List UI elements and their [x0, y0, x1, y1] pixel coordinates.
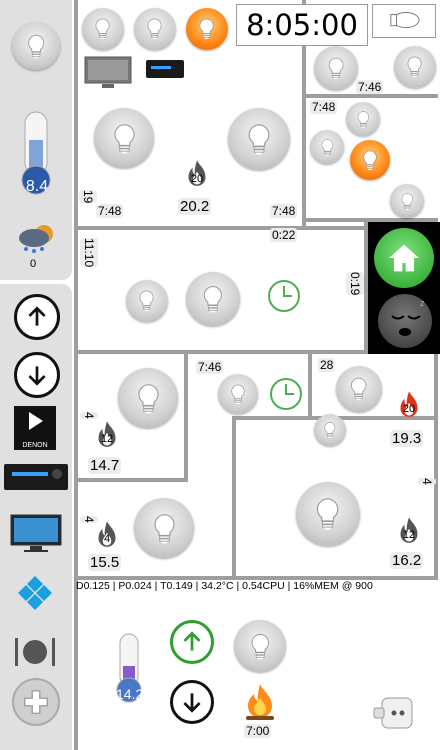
room-temperature: 19.3 [390, 430, 424, 447]
light-bulb-icon[interactable] [336, 366, 382, 412]
denon-play-icon[interactable]: DENON [14, 406, 56, 450]
light-bulb-icon[interactable] [118, 368, 178, 428]
light-bulb-icon[interactable] [390, 184, 424, 218]
setpoint-value: 12 [100, 433, 114, 445]
receiver-icon[interactable] [4, 464, 68, 490]
vertical-timer: 0:19 [346, 272, 364, 296]
campfire-icon[interactable] [240, 682, 280, 722]
vertical-timer: 11:10 [80, 238, 98, 268]
light-bulb-icon[interactable] [134, 498, 194, 558]
timer-label: 7:46 [196, 360, 224, 374]
heating-flame-icon[interactable]: 20 [392, 386, 426, 428]
weather-value: 0 [30, 258, 37, 270]
setpoint-value: 20 [402, 403, 416, 415]
kodi-icon[interactable] [16, 574, 54, 612]
down-arrow-button[interactable] [170, 680, 214, 724]
light-bulb-on-icon[interactable] [186, 8, 228, 50]
light-bulb-icon[interactable] [126, 280, 168, 322]
fire-timer-label: 7:00 [244, 724, 272, 738]
heating-flame-icon[interactable]: 20 [180, 156, 214, 196]
light-bulb-icon[interactable] [234, 620, 286, 672]
heating-flame-icon[interactable]: 12 [90, 416, 124, 458]
light-bulb-icon[interactable] [228, 108, 290, 170]
light-bulb-icon[interactable] [310, 130, 344, 164]
scroll-up-button[interactable] [14, 294, 60, 340]
light-bulb-icon[interactable] [314, 414, 346, 446]
wall [302, 94, 438, 98]
light-bulb-icon[interactable] [296, 482, 360, 546]
denon-label: DENON [22, 442, 48, 449]
wall [74, 478, 188, 482]
wall [184, 354, 188, 478]
setpoint-value: 20 [190, 173, 204, 185]
room-temperature: 16.2 [390, 552, 424, 569]
smart-plug-icon[interactable] [372, 694, 418, 734]
light-bulb-icon[interactable] [94, 108, 154, 168]
schedule-clock-icon[interactable] [266, 278, 302, 314]
timer-label: 7:46 [356, 80, 384, 94]
light-bulb-icon[interactable] [394, 46, 436, 88]
wall [74, 580, 78, 750]
light-bulb-icon[interactable] [346, 102, 380, 136]
clock-display: 8:05:00 [236, 4, 368, 46]
home-icon[interactable] [374, 228, 434, 288]
thermometer-value: 14.2 [116, 686, 144, 702]
tv-icon[interactable] [84, 56, 132, 90]
sidebar-thermometer-value: 8.4 [25, 178, 49, 195]
light-bulb-icon[interactable] [82, 8, 124, 50]
system-status-text: D0.125 | P0.024 | T0.149 | 34.2°C | 0.54… [76, 580, 373, 592]
light-bulb-icon[interactable] [186, 272, 240, 326]
schedule-clock-icon[interactable] [268, 376, 304, 412]
timer-label: 7:48 [310, 100, 338, 114]
vertical-counter: 19 [79, 190, 97, 204]
sidebar-top: 8.4 0 [0, 0, 72, 280]
toilet-icon[interactable] [372, 4, 436, 38]
wall [74, 354, 78, 580]
setpoint-value: 12 [402, 529, 416, 541]
sleep-face-icon[interactable]: z [378, 294, 432, 348]
up-arrow-button[interactable] [170, 620, 214, 664]
receiver-icon[interactable] [146, 60, 184, 78]
counter-badge: 28 [318, 358, 336, 372]
tv-icon[interactable] [10, 514, 62, 554]
wall [74, 226, 366, 230]
timer-label: 7:48 [96, 204, 124, 218]
sidebar-bottom: DENON [0, 284, 72, 750]
room-temperature: 15.5 [88, 554, 122, 571]
light-bulb-icon[interactable] [314, 46, 358, 90]
add-icon[interactable] [12, 678, 60, 726]
wall [434, 350, 438, 580]
light-bulb-icon[interactable] [218, 374, 258, 414]
heating-flame-icon[interactable]: 4 [90, 516, 124, 558]
weather-icon [14, 222, 58, 254]
heating-flame-icon[interactable]: 12 [392, 512, 426, 554]
timer-label: 0:22 [270, 228, 298, 242]
room-temperature: 20.2 [178, 198, 212, 215]
timer-label: 7:48 [270, 204, 298, 218]
dining-icon[interactable] [12, 636, 58, 668]
sidebar-bulb-icon[interactable] [12, 22, 60, 70]
setpoint-value: 4 [103, 533, 111, 545]
vertical-counter: 4 [418, 478, 436, 485]
wall [74, 228, 78, 356]
scroll-down-button[interactable] [14, 352, 60, 398]
light-bulb-icon[interactable] [134, 8, 176, 50]
wall [232, 416, 236, 580]
svg-text:z: z [420, 298, 425, 308]
light-bulb-on-icon[interactable] [350, 140, 390, 180]
room-temperature: 14.7 [88, 457, 122, 474]
wall [74, 0, 78, 228]
wall [308, 354, 312, 418]
